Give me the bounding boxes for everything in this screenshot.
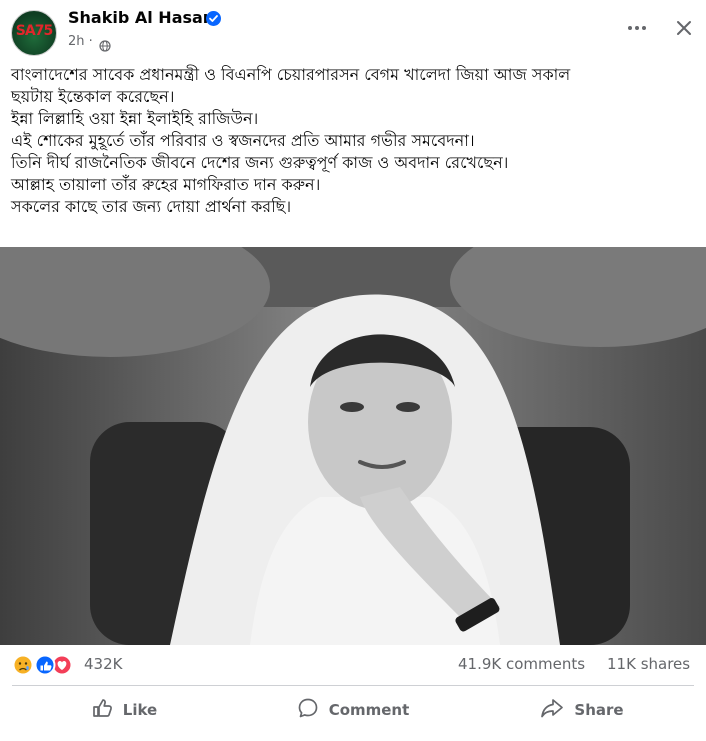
post-photo[interactable] <box>0 247 706 645</box>
share-label: Share <box>574 701 624 719</box>
reactions-count[interactable]: 432K <box>84 655 122 673</box>
comment-icon <box>297 697 329 723</box>
author-name[interactable]: Shakib Al Hasan <box>68 8 214 27</box>
shares-count[interactable]: 11K shares <box>607 655 690 673</box>
like-icon <box>91 697 123 723</box>
comment-button[interactable]: Comment <box>241 690 465 730</box>
divider <box>12 685 694 686</box>
meta-separator: · <box>88 34 93 49</box>
like-label: Like <box>122 701 158 719</box>
author-avatar[interactable]: SA75 <box>11 10 57 56</box>
more-options-icon[interactable] <box>626 18 648 42</box>
message-line: ছয়টায় ইন্তেকাল করেছেন। <box>11 87 175 106</box>
message-line: সকলের কাছে তার জন্য দোয়া প্রার্থনা করছি… <box>11 197 292 216</box>
share-icon <box>540 697 574 723</box>
post-actions: Like Comment Share <box>0 690 706 734</box>
globe-icon <box>99 37 111 56</box>
post-message: বাংলাদেশের সাবেক প্রধানমন্ত্রী ও বিএনপি … <box>11 64 701 218</box>
message-line: এই শোকের মুহূর্তে তাঁর পরিবার ও স্বজনদের… <box>11 131 475 150</box>
post-meta: 2h · <box>68 34 93 49</box>
message-line: তিনি দীর্ঘ রাজনৈতিক জীবনে দেশের জন্য গুর… <box>11 153 509 172</box>
message-line: ইন্না লিল্লাহি ওয়া ইন্না ইলাইহি রাজিউন। <box>11 109 259 128</box>
post-time[interactable]: 2h <box>68 34 85 49</box>
message-line: আল্লাহ তায়ালা তাঁর রুহের মাগফিরাত দান ক… <box>11 175 321 194</box>
message-line: বাংলাদেশের সাবেক প্রধানমন্ত্রী ও বিএনপি … <box>11 65 571 84</box>
post-header: SA75 Shakib Al Hasan 2h · <box>0 0 706 60</box>
close-icon[interactable] <box>675 19 693 41</box>
share-button[interactable]: Share <box>470 690 694 730</box>
reactions-summary[interactable] <box>12 654 76 676</box>
verified-badge-icon <box>206 11 221 26</box>
comment-label: Comment <box>328 701 410 719</box>
post-stats: 432K 41.9K comments 11K shares <box>0 651 706 679</box>
comments-count[interactable]: 41.9K comments <box>458 655 585 673</box>
like-button[interactable]: Like <box>12 690 236 730</box>
avatar-logo-text: SA75 <box>15 23 53 39</box>
